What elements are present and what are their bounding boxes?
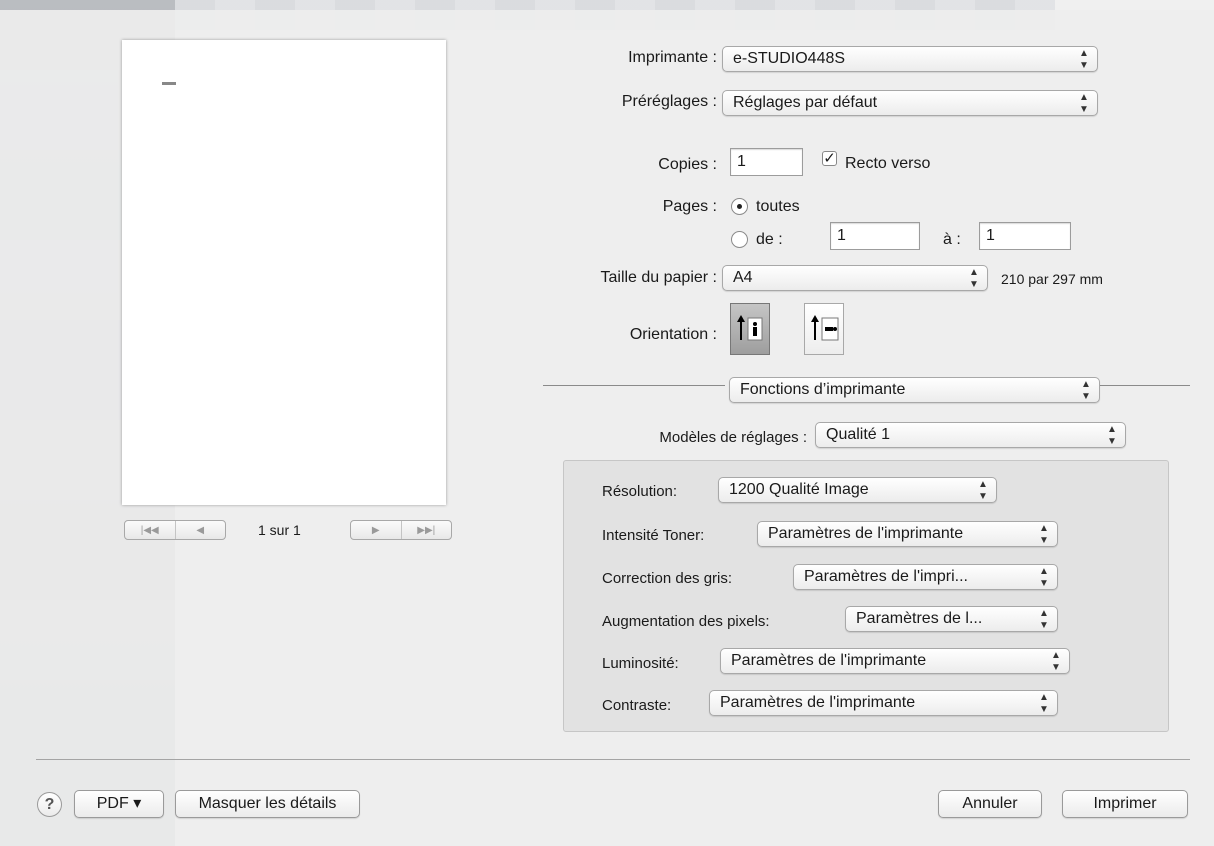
pages-label: Pages : — [662, 198, 717, 215]
models-popup[interactable]: Qualité 1 ▲ ▼ — [815, 422, 1126, 448]
previous-page-button[interactable]: ◀ — [174, 521, 226, 539]
pager-back-group: |◀◀ ◀ — [124, 520, 226, 540]
help-button[interactable]: ? — [37, 792, 62, 817]
paper-size-popup[interactable]: A4 ▲ ▼ — [722, 265, 988, 291]
printer-label: Imprimante : — [628, 49, 717, 66]
section-popup[interactable]: Fonctions d’imprimante ▲ ▼ — [729, 377, 1100, 403]
landscape-orientation-button[interactable] — [804, 303, 844, 355]
pages-from-field[interactable]: 1 — [830, 222, 920, 250]
brightness-label: Luminosité: — [602, 655, 679, 672]
pixel-augmentation-value: Paramètres de l... — [856, 610, 983, 627]
brightness-value: Paramètres de l'imprimante — [731, 652, 927, 669]
popup-arrows-icon: ▲ ▼ — [1081, 379, 1091, 402]
orientation-label: Orientation : — [629, 326, 717, 343]
paper-size-value: A4 — [733, 269, 753, 286]
models-label: Modèles de réglages : — [659, 429, 807, 446]
duplex-label: Recto verso — [845, 155, 931, 172]
contrast-popup[interactable]: Paramètres de l'imprimante ▲ ▼ — [709, 690, 1058, 716]
pixel-augmentation-popup[interactable]: Paramètres de l... ▲ ▼ — [845, 606, 1058, 632]
duplex-checkbox[interactable]: ✓ — [822, 151, 837, 166]
popup-arrows-icon: ▲ ▼ — [978, 479, 988, 502]
contrast-label: Contraste: — [602, 697, 672, 714]
paper-dimensions: 210 par 297 mm — [1001, 271, 1103, 287]
pages-to-label: à : — [943, 231, 961, 248]
contrast-value: Paramètres de l'imprimante — [720, 694, 916, 711]
gray-correction-value: Paramètres de l'impri... — [804, 568, 968, 585]
toner-intensity-value: Paramètres de l'imprimante — [768, 525, 964, 542]
portrait-icon — [737, 315, 763, 341]
pages-all-radio[interactable] — [731, 198, 748, 215]
cancel-button[interactable]: Annuler — [938, 790, 1042, 818]
resolution-label: Résolution: — [602, 483, 678, 500]
printer-value: e-STUDIO448S — [733, 50, 846, 67]
first-page-button[interactable]: |◀◀ — [125, 521, 175, 539]
last-page-button[interactable]: ▶▶| — [400, 521, 452, 539]
popup-arrows-icon: ▲ ▼ — [1039, 608, 1049, 631]
pdf-menu-button[interactable]: PDF ▾ — [74, 790, 164, 818]
portrait-orientation-button[interactable] — [730, 303, 770, 355]
toner-intensity-label: Intensité Toner: — [602, 527, 705, 544]
section-divider-left — [543, 385, 725, 386]
paper-size-label: Taille du papier : — [600, 269, 717, 286]
pages-to-field[interactable]: 1 — [979, 222, 1071, 250]
popup-arrows-icon: ▲ ▼ — [1079, 92, 1089, 115]
popup-arrows-icon: ▲ ▼ — [1079, 48, 1089, 71]
next-page-button[interactable]: ▶ — [351, 521, 401, 539]
preview-content-mark — [162, 82, 176, 85]
section-value: Fonctions d’imprimante — [740, 381, 906, 398]
copies-field[interactable]: 1 — [730, 148, 803, 176]
popup-arrows-icon: ▲ ▼ — [1039, 692, 1049, 715]
popup-arrows-icon: ▲ ▼ — [1051, 650, 1061, 673]
section-divider-right — [1100, 385, 1190, 386]
popup-arrows-icon: ▲ ▼ — [1039, 523, 1049, 546]
printer-popup[interactable]: e-STUDIO448S ▲ ▼ — [722, 46, 1098, 72]
presets-value: Réglages par défaut — [733, 94, 878, 111]
presets-label: Préréglages : — [621, 93, 717, 110]
gray-correction-popup[interactable]: Paramètres de l'impri... ▲ ▼ — [793, 564, 1058, 590]
pages-range-radio[interactable] — [731, 231, 748, 248]
pages-range-label: de : — [756, 231, 783, 248]
brightness-popup[interactable]: Paramètres de l'imprimante ▲ ▼ — [720, 648, 1070, 674]
pixel-augmentation-label: Augmentation des pixels: — [602, 613, 770, 630]
popup-arrows-icon: ▲ ▼ — [1107, 424, 1117, 447]
copies-label: Copies : — [658, 156, 717, 173]
print-button[interactable]: Imprimer — [1062, 790, 1188, 818]
resolution-value: 1200 Qualité Image — [729, 481, 869, 498]
hide-details-button[interactable]: Masquer les détails — [175, 790, 360, 818]
gray-correction-label: Correction des gris: — [602, 570, 733, 587]
pages-all-label: toutes — [756, 198, 800, 215]
popup-arrows-icon: ▲ ▼ — [1039, 566, 1049, 589]
page-preview — [122, 40, 446, 505]
toner-intensity-popup[interactable]: Paramètres de l'imprimante ▲ ▼ — [757, 521, 1058, 547]
presets-popup[interactable]: Réglages par défaut ▲ ▼ — [722, 90, 1098, 116]
models-value: Qualité 1 — [826, 426, 891, 443]
footer-separator — [36, 759, 1190, 760]
resolution-popup[interactable]: 1200 Qualité Image ▲ ▼ — [718, 477, 997, 503]
page-indicator: 1 sur 1 — [258, 522, 301, 538]
pager-forward-group: ▶ ▶▶| — [350, 520, 452, 540]
landscape-icon — [811, 315, 839, 341]
popup-arrows-icon: ▲ ▼ — [969, 267, 979, 290]
